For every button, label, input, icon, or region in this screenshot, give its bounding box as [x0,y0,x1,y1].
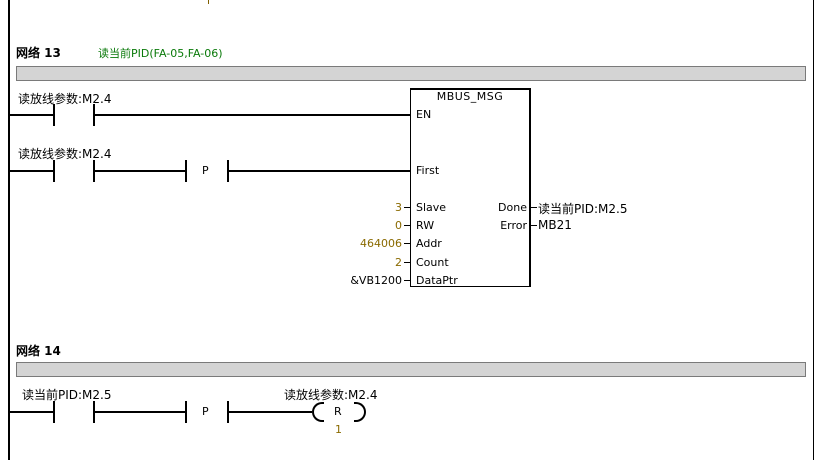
edge-2-left-bar[interactable] [185,401,187,423]
rung-1-wire-a [10,114,54,116]
contact-1-left-bar[interactable] [53,104,55,126]
contact-2-left-bar[interactable] [53,160,55,182]
param-count[interactable]: 2 [395,256,402,269]
coil-type: R [334,405,342,418]
network-14-title[interactable]: 网络 14 [16,342,61,359]
right-window-border [813,0,814,460]
pin-count: Count [416,256,449,269]
output-done-target[interactable]: 读当前PID:M2.5 [538,200,628,217]
rung-3-wire-a [10,411,54,413]
network-13-title[interactable]: 网络 13 [16,44,61,61]
stub-addr [404,243,410,244]
stub-slave [404,207,410,208]
stub-count [404,262,410,263]
contact-1-label[interactable]: 读放线参数:M2.4 [18,90,111,107]
rung-2-wire-b [95,170,186,172]
output-error-target[interactable]: MB21 [538,218,572,232]
network-13-comment[interactable]: 读当前PID(FA-05,FA-06) [98,45,223,61]
stub-rw [404,225,410,226]
contact-3-left-bar[interactable] [53,401,55,423]
rung-2-wire-a [10,170,54,172]
param-rw[interactable]: 0 [395,219,402,232]
pin-first: First [416,164,440,177]
coil-label[interactable]: 读放线参数:M2.4 [284,386,377,403]
stub-dataptr [404,280,410,281]
stub-error [531,225,537,226]
pin-rw: RW [416,219,435,232]
edge-1-left-bar[interactable] [185,160,187,182]
coil-right-arc[interactable] [354,402,366,422]
pin-error: Error [500,219,527,232]
stub-done [531,207,537,208]
edge-2-label: P [202,405,209,418]
rung-1-wire-b [95,114,410,116]
pin-slave: Slave [416,201,447,214]
contact-2-label[interactable]: 读放线参数:M2.4 [18,145,111,162]
rung-2-wire-c [229,170,410,172]
rung-3-wire-b [95,411,186,413]
previous-network-tick [208,0,209,4]
pin-addr: Addr [416,237,442,250]
contact-3-label[interactable]: 读当前PID:M2.5 [22,386,112,403]
coil-count[interactable]: 1 [335,423,342,436]
mbus-msg-block-title: MBUS_MSG [436,90,504,103]
left-power-rail [8,0,10,460]
edge-1-label: P [202,164,209,177]
pin-done: Done [498,201,527,214]
rung-3-wire-c [229,411,312,413]
pin-en: EN [416,108,432,121]
pin-dataptr: DataPtr [416,274,458,287]
coil-left-arc[interactable] [312,402,324,422]
param-dataptr[interactable]: &VB1200 [350,274,402,287]
network-14-comment-bar[interactable] [16,362,806,377]
network-13-comment-bar[interactable] [16,66,806,81]
param-slave[interactable]: 3 [395,201,402,214]
param-addr[interactable]: 464006 [360,237,402,250]
